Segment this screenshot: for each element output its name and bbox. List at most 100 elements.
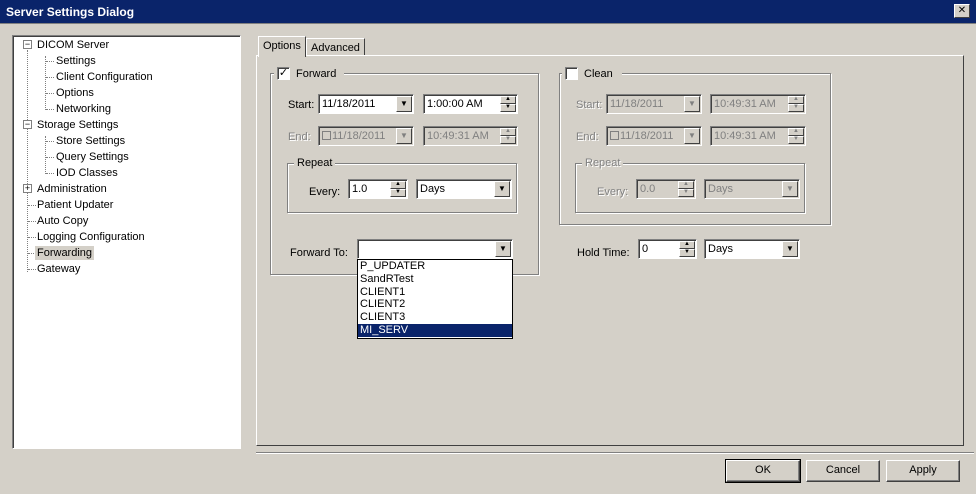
spin-down-icon[interactable]: ▼ (788, 104, 804, 112)
spin-down-icon[interactable]: ▼ (500, 104, 516, 112)
clean-every-input[interactable]: 0.0 ▲ ▼ (636, 179, 696, 199)
chevron-down-icon[interactable]: ▼ (495, 241, 511, 257)
window-title: Server Settings Dialog (6, 5, 135, 19)
clean-start-time-value: 10:49:31 AM (714, 98, 776, 110)
forward-end-time-value: 10:49:31 AM (427, 130, 489, 142)
tree-line (46, 109, 54, 110)
hold-time-unit-select[interactable]: Days ▼ (704, 239, 800, 259)
chevron-down-icon[interactable]: ▼ (684, 128, 700, 144)
chevron-down-icon[interactable]: ▼ (782, 241, 798, 257)
list-item-selected[interactable]: MI_SERV (358, 323, 512, 337)
chevron-down-icon[interactable]: ▼ (782, 181, 798, 197)
tree-item-store-settings[interactable]: Store Settings (56, 134, 125, 148)
spin-up-icon[interactable]: ▲ (679, 241, 695, 249)
forward-end-date[interactable]: 11/18/2011 ▼ (318, 126, 414, 146)
time-spinner[interactable]: ▲ ▼ (500, 128, 516, 144)
list-item[interactable]: P_UPDATER (358, 260, 512, 273)
apply-button[interactable]: Apply (886, 460, 960, 482)
tree-item-storage-settings[interactable]: Storage Settings (37, 118, 118, 132)
forward-start-date[interactable]: 11/18/2011 ▼ (318, 94, 414, 114)
forward-every-unit-select[interactable]: Days ▼ (416, 179, 512, 199)
end-date-checkbox[interactable] (610, 131, 619, 140)
clean-every-unit-value: Days (708, 183, 734, 195)
list-item[interactable]: CLIENT3 (358, 311, 512, 324)
clean-every-unit-select[interactable]: Days ▼ (704, 179, 800, 199)
time-spinner[interactable]: ▲ ▼ (788, 96, 804, 112)
expand-icon[interactable]: + (23, 184, 32, 193)
tree-line (46, 173, 54, 174)
forward-end-label: End: (288, 131, 311, 143)
collapse-icon[interactable]: − (23, 40, 32, 49)
clean-end-time[interactable]: 10:49:31 AM ▲ ▼ (710, 126, 806, 146)
forward-repeat-title: Repeat (294, 157, 336, 169)
cancel-button[interactable]: Cancel (806, 460, 880, 482)
hold-time-spinner[interactable]: ▲ ▼ (679, 241, 695, 257)
spin-up-icon[interactable]: ▲ (390, 181, 406, 189)
spin-down-icon[interactable]: ▼ (500, 136, 516, 144)
spin-down-icon[interactable]: ▼ (788, 136, 804, 144)
spin-up-icon[interactable]: ▲ (788, 96, 804, 104)
forward-to-select[interactable]: ▼ (357, 239, 513, 259)
spin-down-icon[interactable]: ▼ (390, 189, 406, 197)
forward-label: Forward (296, 68, 337, 80)
collapse-icon[interactable]: − (23, 120, 32, 129)
chevron-down-icon[interactable]: ▼ (396, 128, 412, 144)
tree-item-auto-copy[interactable]: Auto Copy (37, 214, 88, 228)
forward-to-label: Forward To: (290, 247, 348, 259)
clean-repeat-title: Repeat (582, 157, 624, 169)
tree-item-settings[interactable]: Settings (56, 54, 96, 68)
time-spinner[interactable]: ▲ ▼ (500, 96, 516, 112)
clean-end-date[interactable]: 11/18/2011 ▼ (606, 126, 702, 146)
settings-tree[interactable]: − DICOM Server Settings Client Configura… (12, 35, 241, 449)
every-spinner[interactable]: ▲ ▼ (678, 181, 694, 197)
tree-line (46, 61, 54, 62)
chevron-down-icon[interactable]: ▼ (494, 181, 510, 197)
clean-checkbox[interactable] (565, 67, 578, 80)
tree-line (46, 93, 54, 94)
tree-item-administration[interactable]: Administration (37, 182, 107, 196)
hold-time-unit-value: Days (708, 243, 734, 255)
tree-item-iod-classes[interactable]: IOD Classes (56, 166, 118, 180)
forward-every-input[interactable]: 1.0 ▲ ▼ (348, 179, 408, 199)
spin-up-icon[interactable]: ▲ (678, 181, 694, 189)
chevron-down-icon[interactable]: ▼ (684, 96, 700, 112)
spin-up-icon[interactable]: ▲ (500, 96, 516, 104)
list-item[interactable]: CLIENT1 (358, 286, 512, 299)
tree-line (28, 205, 36, 206)
clean-end-time-value: 10:49:31 AM (714, 130, 776, 142)
tree-item-logging-configuration[interactable]: Logging Configuration (37, 230, 145, 244)
forward-start-date-value: 11/18/2011 (322, 98, 376, 110)
tree-item-query-settings[interactable]: Query Settings (56, 150, 129, 164)
spin-up-icon[interactable]: ▲ (500, 128, 516, 136)
hold-time-label: Hold Time: (577, 247, 630, 259)
close-icon[interactable]: ✕ (954, 4, 970, 18)
clean-start-date[interactable]: 11/18/2011 ▼ (606, 94, 702, 114)
tree-item-client-configuration[interactable]: Client Configuration (56, 70, 153, 84)
clean-every-label: Every: (597, 186, 629, 198)
tree-item-patient-updater[interactable]: Patient Updater (37, 198, 113, 212)
forward-start-time[interactable]: 1:00:00 AM ▲ ▼ (423, 94, 518, 114)
forward-to-dropdown-list[interactable]: P_UPDATER SandRTest CLIENT1 CLIENT2 CLIE… (357, 259, 513, 339)
clean-start-time[interactable]: 10:49:31 AM ▲ ▼ (710, 94, 806, 114)
forward-checkbox[interactable]: ✓ (277, 67, 290, 80)
hold-time-input[interactable]: 0 ▲ ▼ (638, 239, 697, 259)
end-date-checkbox[interactable] (322, 131, 331, 140)
forward-every-value: 1.0 (352, 183, 368, 195)
list-item[interactable]: SandRTest (358, 273, 512, 286)
spin-down-icon[interactable]: ▼ (679, 249, 695, 257)
tree-item-networking[interactable]: Networking (56, 102, 111, 116)
forward-end-date-value: 11/18/2011 (332, 130, 386, 142)
spin-up-icon[interactable]: ▲ (788, 128, 804, 136)
tree-item-dicom-server[interactable]: DICOM Server (37, 38, 109, 52)
tree-item-forwarding[interactable]: Forwarding (35, 246, 95, 260)
chevron-down-icon[interactable]: ▼ (396, 96, 412, 112)
time-spinner[interactable]: ▲ ▼ (788, 128, 804, 144)
forward-end-time[interactable]: 10:49:31 AM ▲ ▼ (423, 126, 518, 146)
spin-down-icon[interactable]: ▼ (678, 189, 694, 197)
tree-item-gateway[interactable]: Gateway (37, 262, 80, 276)
every-spinner[interactable]: ▲ ▼ (390, 181, 406, 197)
tab-options[interactable]: Options (258, 36, 306, 57)
ok-button[interactable]: OK (725, 459, 801, 483)
tree-item-options[interactable]: Options (56, 86, 94, 100)
list-item[interactable]: CLIENT2 (358, 298, 512, 311)
